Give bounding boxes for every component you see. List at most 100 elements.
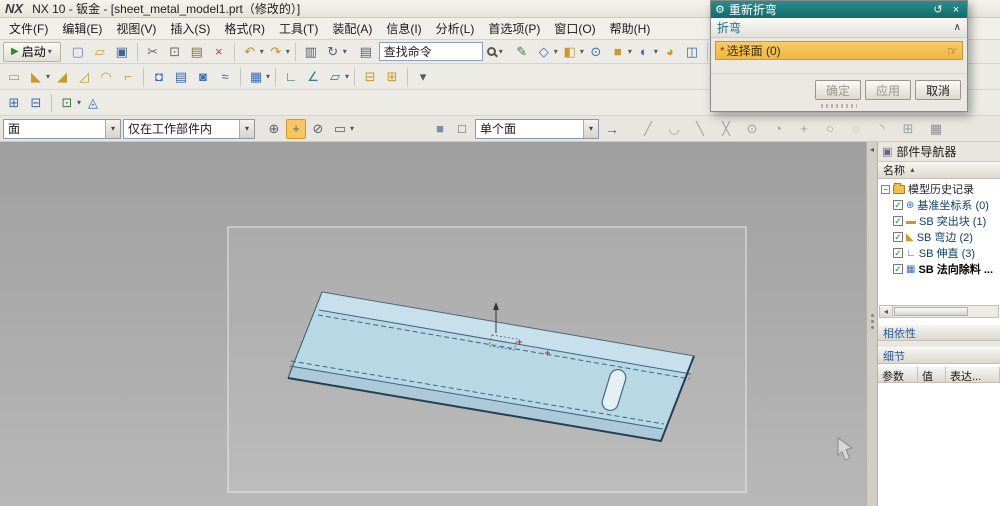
menu-preferences[interactable]: 首选项(P) <box>481 18 547 39</box>
feature-datum-csys-row[interactable]: ✓ ⊕ 基准坐标系 (0) <box>878 197 1000 213</box>
bend-section-header[interactable]: 折弯 ∧ <box>711 18 967 38</box>
menu-help[interactable]: 帮助(H) <box>603 18 658 39</box>
face-center-snap-icon[interactable]: ⊞ <box>898 119 918 139</box>
name-column-header[interactable]: 名称 ▲ <box>878 162 1000 179</box>
contour-flange-icon[interactable]: ◢ <box>52 67 72 87</box>
paste-icon[interactable]: ▤ <box>187 42 207 62</box>
start-menu-button[interactable]: ▶ 启动 ▾ <box>3 41 61 62</box>
more-commands-icon[interactable]: ▾ <box>413 67 433 87</box>
jog-icon[interactable]: ⌐ <box>118 67 138 87</box>
menu-edit[interactable]: 编辑(E) <box>55 18 109 39</box>
wireframe-cube-icon[interactable]: □ <box>452 119 472 139</box>
graphics-area[interactable] <box>0 142 866 506</box>
shell-icon[interactable]: ◫ <box>682 42 702 62</box>
menu-window[interactable]: 窗口(O) <box>547 18 602 39</box>
sheetmetal-from-solid-icon[interactable]: ⊞ <box>382 67 402 87</box>
dialog-close-icon[interactable]: × <box>949 4 963 16</box>
scroll-thumb[interactable] <box>894 307 968 316</box>
lasso-select-icon-arrow[interactable]: ▾ <box>350 124 354 133</box>
endpoint-snap-icon[interactable]: ╱ <box>638 119 658 139</box>
extrude-icon-arrow[interactable]: ▾ <box>580 47 584 56</box>
datum-plane-icon-arrow[interactable]: ▾ <box>554 47 558 56</box>
finish-selection-icon[interactable]: → <box>602 119 622 139</box>
hole-icon[interactable]: ⊙ <box>586 42 606 62</box>
cut-icon[interactable]: ✂ <box>143 42 163 62</box>
rebend-icon[interactable]: ∠ <box>303 67 323 87</box>
snap-point-toggle-icon[interactable]: + <box>286 118 306 139</box>
dialog-title-bar[interactable]: ⚙ 重新折弯 ↺ × <box>711 1 967 18</box>
redo-icon[interactable]: ↷ <box>266 42 286 62</box>
save-icon[interactable]: ▣ <box>112 42 132 62</box>
block-icon[interactable]: ■ <box>608 42 628 62</box>
unbend-icon[interactable]: ∟ <box>281 67 301 87</box>
dialog-resize-grip[interactable] <box>821 104 857 108</box>
panel-splitter[interactable]: ◂ <box>866 142 878 506</box>
select-all-icon[interactable]: ⊕ <box>264 119 284 139</box>
menu-tools[interactable]: 工具(T) <box>272 18 325 39</box>
scope-filter-combo[interactable]: 仅在工作部件内 ▾ <box>123 118 255 139</box>
louver-icon[interactable]: ▤ <box>171 67 191 87</box>
sketch-icon[interactable]: ✎ <box>512 42 532 62</box>
deselect-all-icon[interactable]: ⊘ <box>308 119 328 139</box>
feature-sb-normal-cutout-row[interactable]: ✓ ▦ SB 法向除料 ... <box>878 261 1000 277</box>
normal-cutout-icon-arrow[interactable]: ▾ <box>266 72 270 81</box>
measure-distance-icon[interactable]: ◬ <box>83 93 103 113</box>
command-search-input[interactable] <box>378 42 483 61</box>
pattern-feature-icon[interactable]: ⊞ <box>4 93 24 113</box>
new-part-icon[interactable]: ▢ <box>68 42 88 62</box>
scroll-track[interactable] <box>893 306 998 317</box>
feature-sb-unbend-checkbox[interactable]: ✓ <box>893 248 903 258</box>
repeat-command-icon[interactable]: ↻ <box>323 42 343 62</box>
arc-center-snap-icon[interactable]: ⊙ <box>742 119 762 139</box>
details-column-0[interactable]: 参数 <box>878 367 918 382</box>
scope-filter-dropdown-icon[interactable]: ▾ <box>239 119 254 138</box>
normal-cutout-icon[interactable]: ▦ <box>246 67 266 87</box>
lasso-select-icon[interactable]: ▭ <box>330 119 350 139</box>
feature-sb-flange-row[interactable]: ✓ ◣ SB 弯边 (2) <box>878 229 1000 245</box>
menu-view[interactable]: 视图(V) <box>109 18 163 39</box>
menu-information[interactable]: 信息(I) <box>379 18 428 39</box>
shaded-cube-icon[interactable]: ■ <box>430 119 450 139</box>
details-column-1[interactable]: 值 <box>918 367 946 382</box>
command-finder-icon[interactable]: ▤ <box>356 42 376 62</box>
feature-sb-tab-checkbox[interactable]: ✓ <box>893 216 903 226</box>
point-on-curve-snap-icon[interactable]: ○ <box>820 119 840 139</box>
type-filter-dropdown-icon[interactable]: ▾ <box>105 119 120 138</box>
menu-assemblies[interactable]: 装配(A) <box>325 18 379 39</box>
flange-command-icon[interactable]: ◣ <box>26 67 46 87</box>
splitter-grip[interactable] <box>870 314 874 317</box>
search-icon[interactable] <box>486 47 496 56</box>
ok-button[interactable]: 确定 <box>815 80 861 100</box>
flange-command-icon-arrow[interactable]: ▾ <box>46 72 50 81</box>
midpoint-snap-icon[interactable]: ◡ <box>664 119 684 139</box>
tab-command-icon[interactable]: ▭ <box>4 67 24 87</box>
copy-icon[interactable]: ⊡ <box>165 42 185 62</box>
print-icon[interactable]: ▥ <box>301 42 321 62</box>
face-rule-combo[interactable]: 单个面 ▾ <box>475 118 600 139</box>
menu-format[interactable]: 格式(R) <box>217 18 272 39</box>
feature-sb-unbend-row[interactable]: ✓ ∟ SB 伸直 (3) <box>878 245 1000 261</box>
redo-icon-arrow[interactable]: ▾ <box>286 47 290 56</box>
chevron-up-icon[interactable]: ∧ <box>954 22 961 33</box>
navigator-header[interactable]: ▣ 部件导航器 <box>878 142 1000 162</box>
bead-icon[interactable]: ≈ <box>215 67 235 87</box>
undo-icon-arrow[interactable]: ▾ <box>260 47 264 56</box>
mirror-feature-icon[interactable]: ⊟ <box>26 93 46 113</box>
dependencies-section-header[interactable]: 相依性 <box>878 324 1000 341</box>
splitter-collapse-icon[interactable]: ◂ <box>870 145 874 154</box>
scroll-left-icon[interactable]: ◂ <box>880 306 893 317</box>
search-dropdown-icon[interactable]: ▾ <box>499 47 503 56</box>
datum-plane-icon[interactable]: ◇ <box>534 42 554 62</box>
open-icon[interactable]: ▱ <box>90 42 110 62</box>
reset-icon[interactable]: ↺ <box>931 3 945 16</box>
tangent-snap-icon[interactable]: ◝ <box>872 119 892 139</box>
control-point-snap-icon[interactable]: ╲ <box>690 119 710 139</box>
menu-analysis[interactable]: 分析(L) <box>429 18 482 39</box>
feature-sb-tab-row[interactable]: ✓ ▬ SB 突出块 (1) <box>878 213 1000 229</box>
tree-collapse-icon[interactable]: − <box>881 184 890 194</box>
select-face-field[interactable]: * 选择面 (0) ☞ <box>715 41 963 60</box>
delete-icon[interactable]: × <box>209 42 229 62</box>
details-column-2[interactable]: 表达... <box>946 367 1000 382</box>
navigator-hscrollbar[interactable]: ◂ <box>879 305 999 318</box>
dimple-icon[interactable]: ◘ <box>149 67 169 87</box>
